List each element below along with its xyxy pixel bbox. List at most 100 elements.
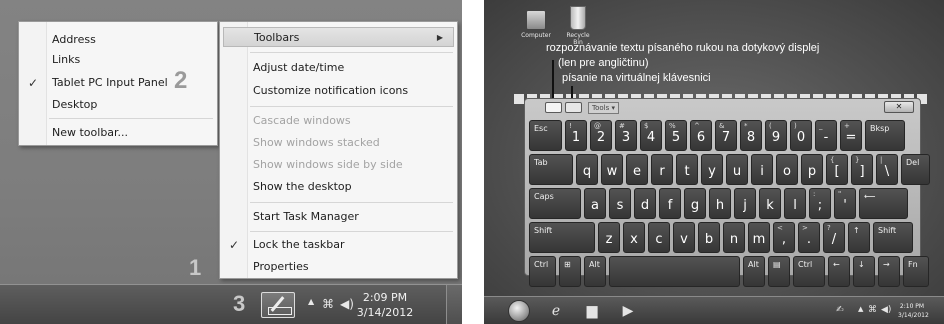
show-hidden-icons-arrow-icon[interactable]: ▲ (308, 297, 314, 306)
key-u[interactable]: u (726, 154, 748, 185)
key-x[interactable]: x (623, 222, 645, 253)
menu-item-properties[interactable]: Properties (220, 257, 457, 277)
menu-item-cascade-windows[interactable]: Cascade windows (220, 111, 457, 131)
key-8[interactable]: * 8 (740, 120, 762, 151)
key-a[interactable]: a (584, 188, 606, 219)
volume-icon[interactable]: ◀) (881, 305, 891, 315)
key-l[interactable]: l (784, 188, 806, 219)
key-symbol[interactable]: + = (840, 120, 862, 151)
taskbar[interactable]: ℯ ▆ ▶ ✍ ▲ ⌘ ◀) 2:10 PM 3/14/2012 (484, 296, 944, 324)
key-q[interactable]: q (576, 154, 598, 185)
key-symbol[interactable]: ? / (823, 222, 845, 253)
key-symbol[interactable]: ↓ (853, 256, 875, 287)
touch-keyboard-icon[interactable] (565, 102, 582, 113)
menu-item-show-windows-side-by-side[interactable]: Show windows side by side (220, 155, 457, 175)
key-r[interactable]: r (651, 154, 673, 185)
key-t[interactable]: t (676, 154, 698, 185)
key-h[interactable]: h (709, 188, 731, 219)
volume-icon[interactable]: ◀) (340, 297, 354, 311)
key-fn[interactable]: Fn (903, 256, 929, 287)
key-9[interactable]: (9 (765, 120, 787, 151)
key-symbol[interactable]: :; (809, 188, 831, 219)
key-g[interactable]: g (684, 188, 706, 219)
key-symbol[interactable]: ▤ (768, 256, 790, 287)
key-3[interactable]: #3 (615, 120, 637, 151)
network-icon[interactable]: ⌘ (322, 297, 334, 311)
key-b[interactable]: b (698, 222, 720, 253)
menu-item-show-windows-stacked[interactable]: Show windows stacked (220, 133, 457, 153)
key-symbol[interactable]: {[ (826, 154, 848, 185)
desktop-icon-computer[interactable]: Computer (520, 10, 552, 39)
key-e[interactable]: e (626, 154, 648, 185)
submenu-item[interactable]: New toolbar... (19, 123, 217, 143)
key-m[interactable]: m (748, 222, 770, 253)
key-d[interactable]: d (634, 188, 656, 219)
submenu-item[interactable]: Address (19, 30, 217, 50)
internet-explorer-icon[interactable]: ℯ (547, 302, 565, 320)
key-4[interactable]: $4 (640, 120, 662, 151)
key-i[interactable]: i (751, 154, 773, 185)
desktop-icon-recycle-bin[interactable]: Recycle Bin (562, 6, 594, 46)
tablet-input-panel-icon[interactable]: ✍ (836, 305, 844, 315)
key-2[interactable]: @2 (590, 120, 612, 151)
key-o[interactable]: o (776, 154, 798, 185)
key-s[interactable]: s (609, 188, 631, 219)
key-alt[interactable]: Alt (584, 256, 606, 287)
key-1[interactable]: ! 1 (565, 120, 587, 151)
key-symbol[interactable]: ⟵ (859, 188, 908, 219)
key-f[interactable]: f (659, 188, 681, 219)
submenu-item[interactable]: Desktop (19, 95, 217, 115)
file-explorer-icon[interactable]: ▆ (583, 302, 601, 320)
key-5[interactable]: % 5 (665, 120, 687, 151)
taskbar-clock[interactable]: 2:09 PM 3/14/2012 (355, 290, 415, 320)
key-j[interactable]: j (734, 188, 756, 219)
key-p[interactable]: p (801, 154, 823, 185)
key-c[interactable]: c (648, 222, 670, 253)
taskbar[interactable]: 3 ▲ ⌘ ◀) 2:09 PM 3/14/2012 (0, 284, 462, 324)
key-symbol[interactable]: >. (798, 222, 820, 253)
key-tab[interactable]: Tab (529, 154, 573, 185)
key-ctrl[interactable]: Ctrl (793, 256, 825, 287)
menu-item-customize-notification-icons[interactable]: Customize notification icons (220, 81, 457, 101)
key-symbol[interactable]: ⊞ (559, 256, 581, 287)
key-0[interactable]: ) 0 (790, 120, 812, 151)
key-shift[interactable]: Shift (873, 222, 913, 253)
taskbar-clock[interactable]: 2:10 PM 3/14/2012 (898, 302, 929, 320)
tablet-input-panel-icon[interactable] (261, 292, 295, 318)
key-symbol[interactable]: " ' (834, 188, 856, 219)
menu-item-toolbars[interactable]: Toolbars ▶ (223, 27, 454, 47)
key-symbol[interactable]: | \ (876, 154, 898, 185)
close-button[interactable]: ✕ (884, 101, 914, 113)
tools-menu-button[interactable]: Tools ▾ (588, 102, 619, 114)
key-symbol[interactable]: <, (773, 222, 795, 253)
network-icon[interactable]: ⌘ (868, 305, 877, 315)
show-desktop-button[interactable] (446, 285, 462, 324)
menu-item-adjust-date-time[interactable]: Adjust date/time (220, 58, 457, 78)
key-w[interactable]: w (601, 154, 623, 185)
key-6[interactable]: ^ 6 (690, 120, 712, 151)
handwriting-pad-icon[interactable] (545, 102, 562, 113)
menu-item-start-task-manager[interactable]: Start Task Manager (220, 207, 457, 227)
menu-item-show-the-desktop[interactable]: Show the desktop (220, 177, 457, 197)
key-esc[interactable]: Esc (529, 120, 562, 151)
key-bksp[interactable]: Bksp (865, 120, 905, 151)
key-del[interactable]: Del (901, 154, 930, 185)
key-k[interactable]: k (759, 188, 781, 219)
key-shift[interactable]: Shift (529, 222, 595, 253)
key-space[interactable] (609, 256, 740, 287)
show-hidden-icons-arrow-icon[interactable]: ▲ (858, 305, 863, 313)
key-caps[interactable]: Caps (529, 188, 581, 219)
media-player-icon[interactable]: ▶ (619, 302, 637, 320)
key-alt[interactable]: Alt (743, 256, 765, 287)
key-ctrl[interactable]: Ctrl (529, 256, 556, 287)
key-symbol[interactable]: ← (828, 256, 850, 287)
key-v[interactable]: v (673, 222, 695, 253)
key-symbol[interactable]: → (878, 256, 900, 287)
start-button[interactable] (508, 300, 530, 322)
menu-item-lock-the-taskbar[interactable]: ✓ Lock the taskbar (220, 235, 457, 255)
key-z[interactable]: z (598, 222, 620, 253)
key-symbol[interactable]: ↑ (848, 222, 870, 253)
key-symbol[interactable]: _ - (815, 120, 837, 151)
key-n[interactable]: n (723, 222, 745, 253)
key-symbol[interactable]: }] (851, 154, 873, 185)
